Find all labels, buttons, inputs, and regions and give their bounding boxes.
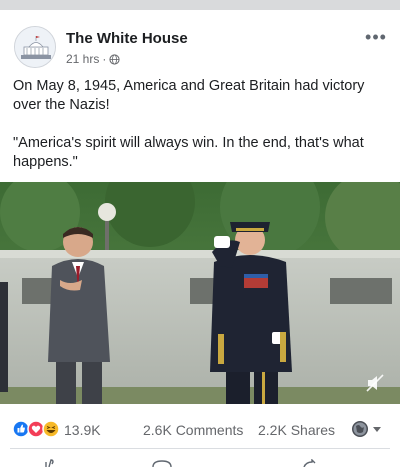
- post-actions: [0, 455, 400, 467]
- post-photo[interactable]: [0, 182, 400, 404]
- page-name[interactable]: The White House: [66, 30, 188, 47]
- post-text-paragraph-2: "America's spirit will always win. In th…: [13, 135, 364, 170]
- page-avatar[interactable]: [14, 26, 56, 68]
- globe-icon: [109, 53, 120, 65]
- photo-scene: [0, 182, 400, 404]
- reactions-bar: 13.9K 2.6K Comments 2.2K Shares: [0, 414, 400, 442]
- reaction-count[interactable]: 13.9K: [64, 422, 101, 438]
- meta-separator: ·: [102, 52, 107, 66]
- feed-top-separator: [0, 0, 400, 10]
- comments-count[interactable]: 2.6K Comments: [143, 422, 243, 438]
- shares-count[interactable]: 2.2K Shares: [258, 422, 335, 438]
- mute-icon[interactable]: [364, 372, 386, 394]
- haha-icon: [42, 420, 60, 438]
- share-audience-icon[interactable]: [351, 420, 385, 438]
- like-action-icon[interactable]: [44, 459, 60, 467]
- share-action-icon[interactable]: [300, 459, 316, 467]
- post-meta: 21 hrs ·: [66, 52, 120, 66]
- post-header: The White House 21 hrs · •••: [0, 20, 400, 72]
- more-options-icon[interactable]: •••: [364, 28, 388, 46]
- actions-divider: [10, 448, 390, 449]
- comment-action-icon[interactable]: [150, 459, 174, 467]
- chevron-down-icon: [373, 427, 381, 432]
- post-text-paragraph-1: On May 8, 1945, America and Great Britai…: [13, 78, 365, 113]
- post-time[interactable]: 21 hrs: [66, 52, 99, 66]
- post-message: On May 8, 1945, America and Great Britai…: [13, 77, 393, 191]
- reaction-icons[interactable]: [12, 420, 64, 438]
- white-house-logo-icon: [15, 27, 55, 67]
